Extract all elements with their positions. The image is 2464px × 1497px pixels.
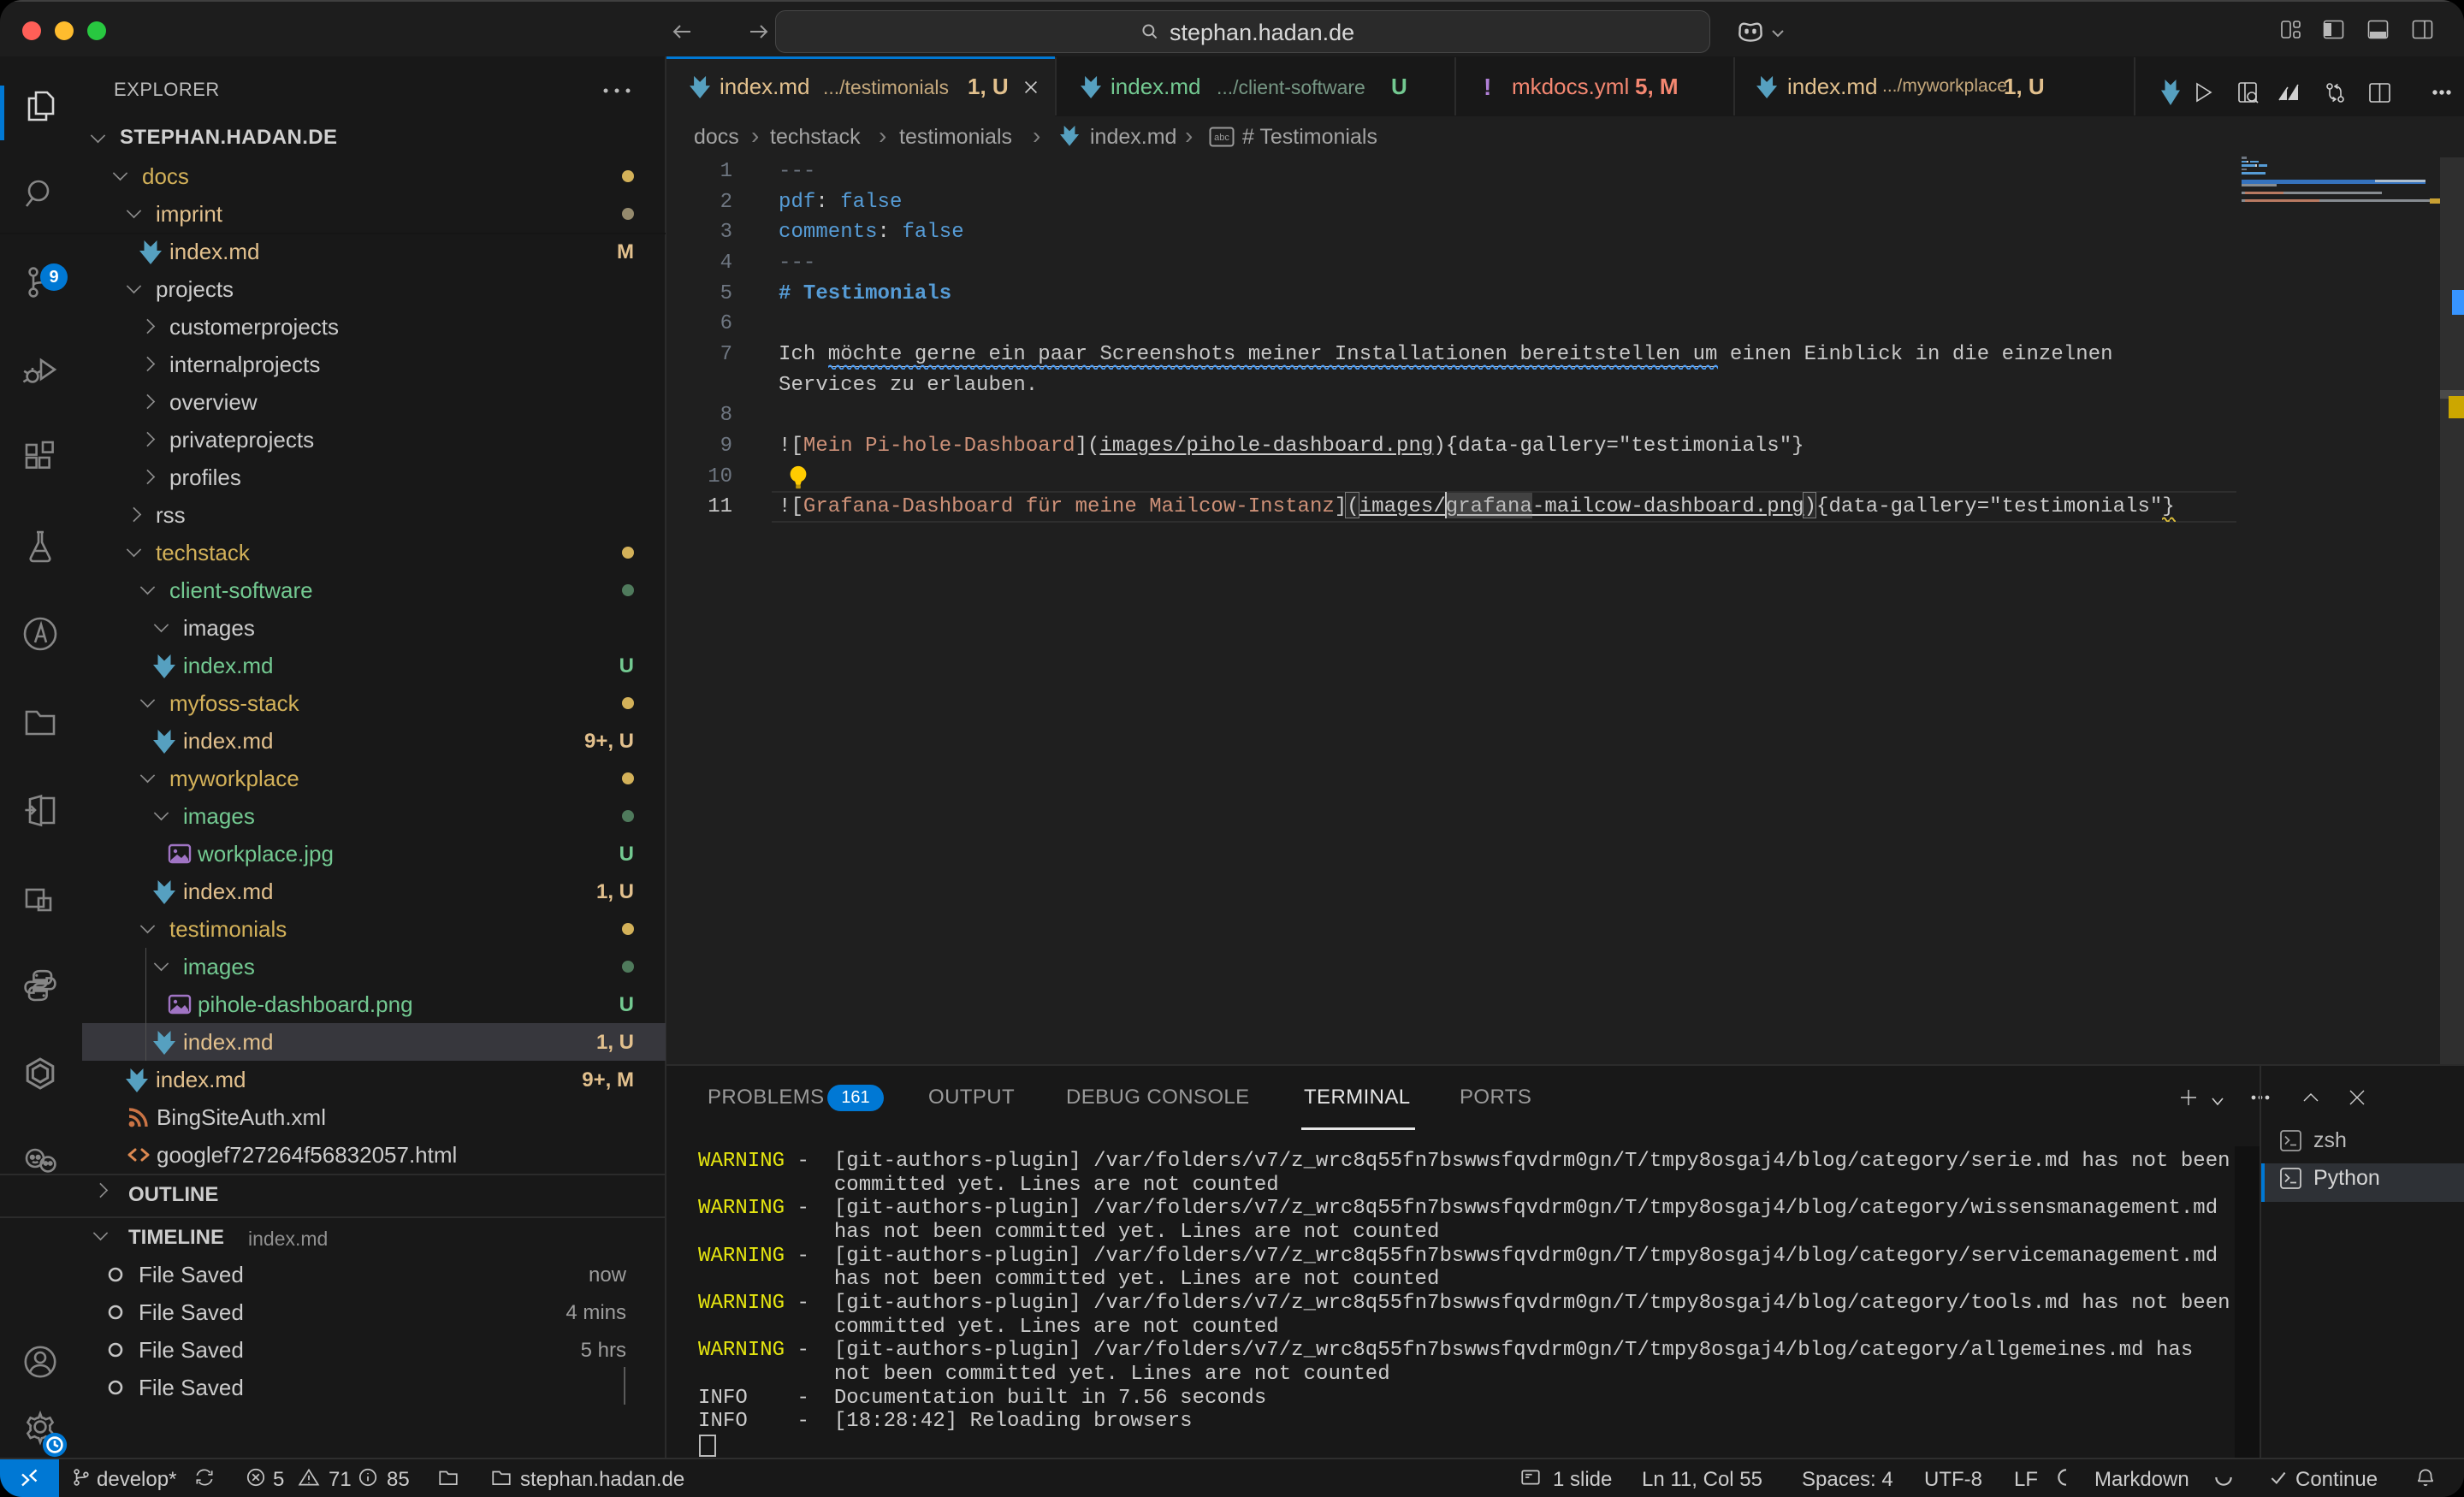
svg-text:abc: abc	[1214, 133, 1229, 143]
